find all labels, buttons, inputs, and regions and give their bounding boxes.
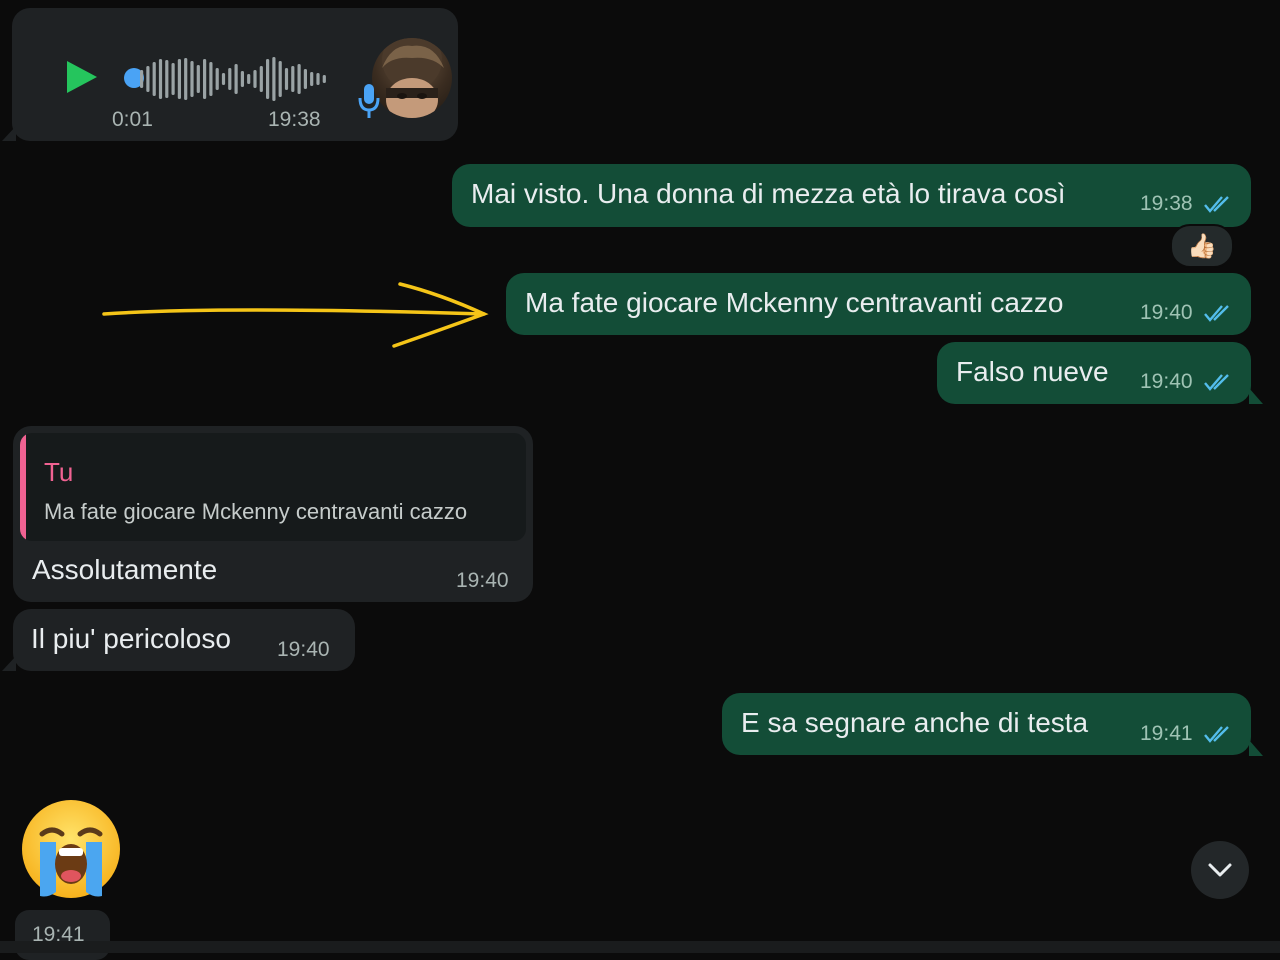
bubble-tail [2, 126, 16, 141]
quote-text: Ma fate giocare Mckenny centravanti cazz… [44, 499, 468, 524]
message-text: Il piu' pericoloso [31, 623, 231, 654]
message-time: 19:38 [268, 108, 321, 131]
read-ticks-icon [1204, 374, 1229, 391]
reaction-badge[interactable]: 👍🏻 [1170, 224, 1234, 268]
thumbs-up-icon: 👍🏻 [1187, 232, 1217, 260]
voice-duration: 0:01 [112, 108, 153, 131]
message-text: Mai visto. Una donna di mezza età lo tir… [471, 178, 1066, 209]
input-bar-edge [0, 941, 1280, 953]
outgoing-message[interactable]: E sa segnare anche di testa 19:41 [722, 693, 1251, 755]
scroll-to-bottom-button[interactable] [1191, 841, 1249, 899]
annotation-arrow [102, 282, 489, 348]
quote-author: Tu [44, 457, 74, 487]
bubble-tail [1249, 388, 1263, 404]
message-text: E sa segnare anche di testa [741, 707, 1089, 738]
voice-message-bubble[interactable]: 0:01 19:38 [12, 8, 458, 141]
chevron-down-icon [1208, 863, 1232, 877]
microphone-icon [358, 84, 380, 118]
read-ticks-icon [1204, 196, 1229, 213]
message-text: Ma fate giocare Mckenny centravanti cazz… [525, 287, 1064, 318]
play-icon[interactable] [67, 61, 97, 93]
message-text: Assolutamente [32, 554, 218, 585]
message-time: 19:41 [1140, 722, 1193, 745]
incoming-message[interactable]: Il piu' pericoloso 19:40 [13, 609, 355, 671]
outgoing-message[interactable]: Falso nueve 19:40 [937, 342, 1251, 404]
message-time: 19:40 [1140, 301, 1193, 324]
message-time: 19:40 [1140, 370, 1193, 393]
outgoing-message[interactable]: Ma fate giocare Mckenny centravanti cazz… [506, 273, 1251, 335]
outgoing-message[interactable]: Mai visto. Una donna di mezza età lo tir… [452, 164, 1251, 227]
incoming-reply-message[interactable]: Tu Ma fate giocare Mckenny centravanti c… [13, 426, 533, 602]
message-time: 19:40 [456, 569, 509, 592]
message-time: 19:40 [277, 638, 330, 661]
quoted-message[interactable]: Tu Ma fate giocare Mckenny centravanti c… [20, 433, 526, 541]
read-ticks-icon [1204, 726, 1229, 743]
bubble-tail [2, 656, 16, 671]
loudly-crying-face-icon[interactable] [20, 798, 122, 900]
avatar[interactable] [372, 38, 452, 118]
read-ticks-icon [1204, 305, 1229, 322]
quote-accent-bar [20, 433, 26, 541]
message-time: 19:38 [1140, 192, 1193, 215]
bubble-tail [1249, 740, 1263, 756]
waveform[interactable] [140, 54, 335, 104]
message-text: Falso nueve [956, 356, 1109, 387]
